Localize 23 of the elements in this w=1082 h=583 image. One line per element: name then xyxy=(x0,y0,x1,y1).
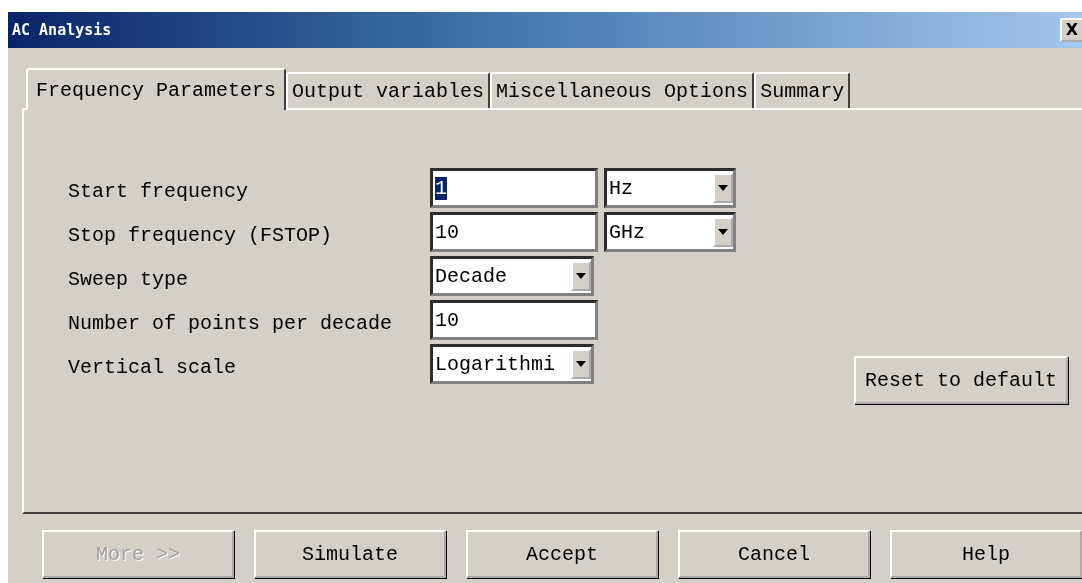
field-label: Stop frequency (FSTOP) xyxy=(68,222,334,247)
dialog-button[interactable]: Simulate xyxy=(254,530,446,578)
dialog-button[interactable]: Help xyxy=(890,530,1082,578)
window-title: AC Analysis xyxy=(12,21,112,39)
field-label: Vertical scale xyxy=(68,354,238,379)
field-label: Number of points per decade xyxy=(68,310,394,335)
reset-button[interactable]: Reset to default xyxy=(854,356,1068,404)
field-label: Sweep type xyxy=(68,266,190,291)
tab[interactable]: Frequency Parameters xyxy=(26,68,287,110)
dropdown[interactable]: Logarithmi xyxy=(430,344,594,384)
dialog-button[interactable]: Cancel xyxy=(678,530,870,578)
unit-dropdown[interactable]: Hz xyxy=(604,168,736,208)
dropdown[interactable]: Decade xyxy=(430,256,594,296)
tab[interactable]: Summary xyxy=(754,72,851,108)
input-field[interactable]: 10 xyxy=(430,212,598,252)
input-field[interactable]: 10 xyxy=(430,300,598,340)
close-button[interactable]: X xyxy=(1060,18,1082,42)
input-field[interactable]: 1 xyxy=(430,168,598,208)
unit-dropdown[interactable]: GHz xyxy=(604,212,736,252)
tab[interactable]: Miscellaneous Options xyxy=(490,72,755,108)
tab[interactable]: Output variables xyxy=(286,72,491,108)
field-label: Start frequency xyxy=(68,178,250,203)
dialog-button[interactable]: Accept xyxy=(466,530,658,578)
